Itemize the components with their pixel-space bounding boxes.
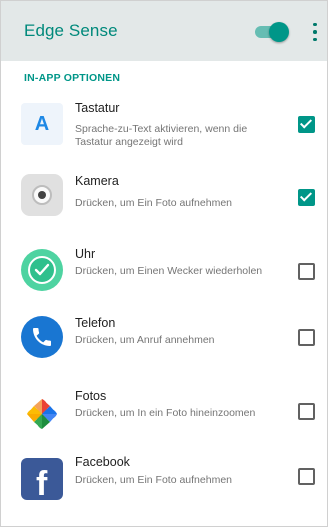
item-subtitle: Drücken, um Ein Foto aufnehmen <box>75 474 232 486</box>
app-bar: Edge Sense <box>1 1 327 61</box>
list-item-tastatur[interactable]: A Tastatur Sprache-zu-Text aktivieren, w… <box>1 87 327 160</box>
kamera-checkbox[interactable] <box>298 189 315 206</box>
item-title: Tastatur <box>75 101 120 115</box>
app-bar-title: Edge Sense <box>24 21 118 40</box>
photos-icon <box>21 393 63 435</box>
more-vert-icon[interactable] <box>307 21 323 43</box>
toggle-thumb <box>269 22 289 42</box>
list-item-fotos[interactable]: Fotos Drücken, um In ein Foto hineinzoom… <box>1 379 327 452</box>
item-title: Telefon <box>75 316 116 330</box>
item-subtitle: Drücken, um In ein Foto hineinzoomen <box>75 407 256 419</box>
edge-sense-toggle[interactable] <box>255 22 289 42</box>
item-subtitle: Drücken, um Ein Foto aufnehmen <box>75 197 232 209</box>
item-title: Kamera <box>75 174 119 188</box>
settings-screen: Edge Sense IN-APP OPTIONEN A Tastatur Sp… <box>0 0 328 527</box>
facebook-icon: f <box>21 458 63 500</box>
item-subtitle: Drücken, um Einen Wecker wiederholen <box>75 265 263 277</box>
phone-icon <box>21 316 63 358</box>
list-item-facebook[interactable]: f Facebook Drücken, um Ein Foto aufnehme… <box>1 452 327 525</box>
item-title: Facebook <box>75 455 130 469</box>
clock-icon <box>21 249 63 291</box>
facebook-icon-letter: f <box>36 465 48 500</box>
keyboard-icon-letter: A <box>34 112 50 135</box>
uhr-checkbox[interactable] <box>298 263 315 280</box>
list-item-kamera[interactable]: Kamera Drücken, um Ein Foto aufnehmen <box>1 160 327 233</box>
item-title: Uhr <box>75 247 96 261</box>
options-list: A Tastatur Sprache-zu-Text aktivieren, w… <box>1 87 327 525</box>
item-subtitle: Sprache-zu-Text aktivieren, wenn die Tas… <box>75 123 248 148</box>
telefon-checkbox[interactable] <box>298 329 315 346</box>
tastatur-checkbox[interactable] <box>298 116 315 133</box>
facebook-checkbox[interactable] <box>298 468 315 485</box>
camera-icon <box>21 174 63 216</box>
item-title: Fotos <box>75 389 107 403</box>
keyboard-icon: A <box>21 103 63 145</box>
fotos-checkbox[interactable] <box>298 403 315 420</box>
item-subtitle: Drücken, um Anruf annehmen <box>75 334 215 346</box>
list-item-telefon[interactable]: Telefon Drücken, um Anruf annehmen <box>1 306 327 379</box>
list-item-uhr[interactable]: Uhr Drücken, um Einen Wecker wiederholen <box>1 233 327 306</box>
